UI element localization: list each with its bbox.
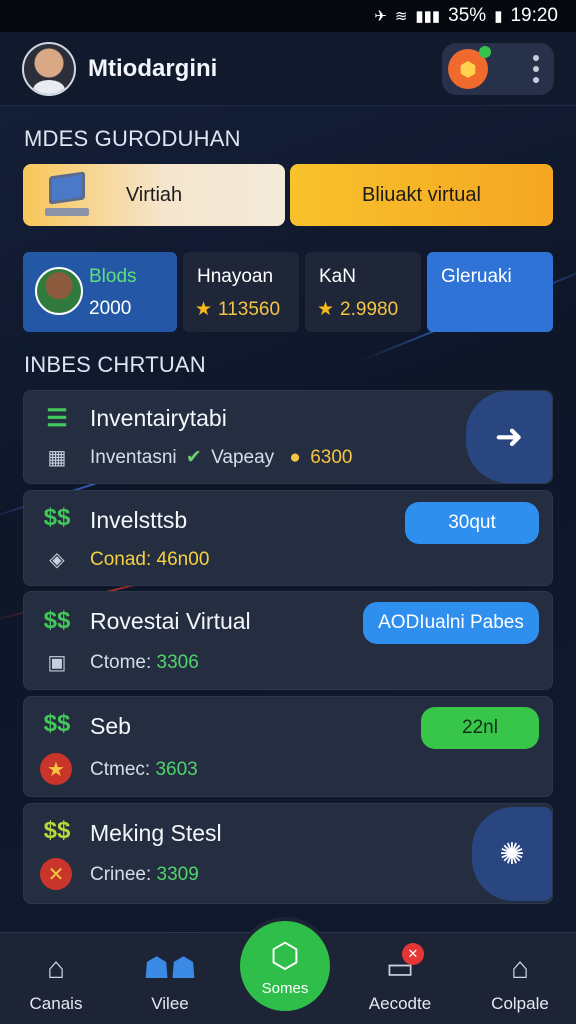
list-item-amount: 3603 bbox=[155, 759, 198, 780]
signal-icon: ▮▮▮ bbox=[415, 8, 441, 25]
nav-label: Somes bbox=[261, 979, 309, 997]
stat-value: 113560 bbox=[218, 299, 281, 320]
message-icon: ▭ bbox=[385, 952, 415, 985]
avatar[interactable] bbox=[22, 42, 76, 96]
list-item-sub-prefix: Ctome: bbox=[90, 652, 152, 673]
monitor-icon bbox=[43, 171, 91, 216]
list-item[interactable]: $$ Invelsttsb ◈ Conad: 46n00 30qut bbox=[23, 490, 553, 586]
list-item-title: Seb bbox=[90, 713, 131, 739]
nav-item-store[interactable]: ⌂ Colpale bbox=[470, 952, 570, 1014]
back-arrow-icon: ➜ bbox=[494, 418, 524, 456]
list-item-amount: 6300 bbox=[310, 447, 353, 468]
money-icon: $$ bbox=[43, 710, 71, 737]
cube-icon: ▣ bbox=[47, 651, 67, 674]
store-icon: ⌂ bbox=[510, 952, 530, 985]
nav-label: Colpale bbox=[491, 994, 549, 1013]
stat-card[interactable]: KaN ★ 2.9980 bbox=[305, 252, 421, 332]
nav-item-people[interactable]: ☗☗ Vilee bbox=[120, 951, 220, 1014]
list-item-title: Meking Stesl bbox=[90, 820, 222, 846]
people-icon: ☗☗ bbox=[143, 952, 197, 985]
list-item-sub-a: Inventasni bbox=[90, 447, 177, 468]
mode-section-title: MDES GURODUHAN bbox=[24, 126, 241, 151]
chart-icon: ▦ bbox=[47, 446, 67, 469]
action-button[interactable]: AODIualni Pabes bbox=[363, 602, 539, 644]
online-dot bbox=[479, 46, 491, 58]
coin-icon: ● bbox=[289, 447, 301, 468]
stat-card[interactable]: Hnayoan ★ 113560 bbox=[183, 252, 299, 332]
list-item-sub-prefix: Crinee: bbox=[90, 864, 152, 885]
app-title: Mtiodargini bbox=[88, 55, 218, 82]
rank-badge-icon[interactable]: ⬢ bbox=[448, 46, 491, 89]
home-icon: ⌂ bbox=[46, 952, 66, 985]
action-button[interactable]: 22nl bbox=[421, 707, 539, 749]
stat-label: Blods bbox=[89, 266, 137, 287]
list-item-title: Rovestai Virtual bbox=[90, 608, 251, 634]
list-item[interactable]: $$ Meking Stesl ✕ Crinee: 3309 ✺ bbox=[23, 803, 553, 904]
star-icon: ★ bbox=[317, 299, 335, 320]
list-item-amount: 3309 bbox=[156, 864, 199, 885]
nav-item-center[interactable]: ⬡ Somes bbox=[236, 917, 334, 1015]
virtual-mode-button[interactable]: Virtiah bbox=[23, 164, 285, 226]
list-item-title: Invelsttsb bbox=[90, 507, 188, 533]
nav-label: Aecodte bbox=[368, 994, 432, 1013]
notification-icon: ✈ bbox=[374, 8, 387, 25]
wallet-icon: ☰ bbox=[46, 404, 68, 432]
medal-icon: ★ bbox=[40, 753, 72, 785]
list-item[interactable]: $$ Rovestai Virtual ▣ Ctome: 3306 AODIua… bbox=[23, 591, 553, 690]
app-header: Mtiodargini ⬢ bbox=[0, 32, 576, 106]
wifi-icon: ≋ bbox=[394, 8, 408, 25]
money-icon: $$ bbox=[43, 817, 71, 844]
stat-card-profile[interactable]: Blods 2000 bbox=[23, 252, 177, 332]
list-item-title: Inventairytabi bbox=[90, 405, 227, 431]
virtual-mode-label: Virtiah bbox=[125, 183, 183, 206]
profile-avatar bbox=[35, 267, 83, 315]
list-section-title: INBES CHRTUAN bbox=[24, 352, 206, 377]
nav-label: Canais bbox=[29, 994, 83, 1013]
battery-percent: 35% bbox=[448, 5, 487, 26]
check-icon: ✔ bbox=[185, 447, 202, 468]
list-item[interactable]: $$ Seb ★ Ctmec: 3603 22nl bbox=[23, 696, 553, 797]
cap-icon: ⬡ bbox=[270, 936, 300, 975]
nav-item-home[interactable]: ⌂ Canais bbox=[6, 952, 106, 1014]
nav-item-messages[interactable]: ▭ ✕ Aecodte bbox=[350, 943, 450, 1014]
alert-badge-icon: ✕ bbox=[402, 943, 424, 965]
header-actions: ⬢ bbox=[442, 43, 554, 95]
battery-icon: ▮ bbox=[494, 8, 503, 25]
trophy-icon: ✕ bbox=[40, 858, 72, 890]
real-mode-button[interactable]: Bliuakt virtual bbox=[290, 164, 553, 226]
status-bar: ✈ ≋ ▮▮▮ 35% ▮ 19:20 bbox=[0, 0, 576, 32]
stat-label: Gleruaki bbox=[441, 266, 512, 287]
list-item-sub-prefix: Ctmec: bbox=[90, 759, 151, 780]
list-item-amount: 3306 bbox=[156, 652, 199, 673]
settings-button[interactable]: ✺ bbox=[472, 807, 552, 901]
real-mode-label: Bliuakt virtual bbox=[362, 183, 481, 206]
stat-label: KaN bbox=[319, 266, 356, 287]
money-icon: $$ bbox=[43, 607, 71, 634]
gear-icon: ✺ bbox=[499, 837, 525, 871]
list-item-sub-b: Vapeay bbox=[211, 447, 275, 468]
back-arrow-button[interactable]: ➜ bbox=[466, 391, 552, 483]
money-icon: $$ bbox=[43, 504, 71, 531]
list-item-sub: Conad: 46n00 bbox=[90, 549, 210, 570]
stat-label: Hnayoan bbox=[197, 266, 274, 287]
stat-card-action[interactable]: Gleruaki bbox=[427, 252, 553, 332]
nav-label: Vilee bbox=[151, 994, 189, 1013]
stat-value: 2000 bbox=[89, 298, 132, 319]
more-icon[interactable] bbox=[532, 55, 540, 83]
graduation-cap-icon: ◈ bbox=[49, 548, 65, 571]
clock: 19:20 bbox=[510, 5, 558, 26]
stat-value: 2.9980 bbox=[340, 299, 399, 320]
action-button[interactable]: 30qut bbox=[405, 502, 539, 544]
star-icon: ★ bbox=[195, 299, 213, 320]
list-item[interactable]: ☰ Inventairytabi ▦ Inventasni ✔ Vapeay ●… bbox=[23, 390, 553, 484]
